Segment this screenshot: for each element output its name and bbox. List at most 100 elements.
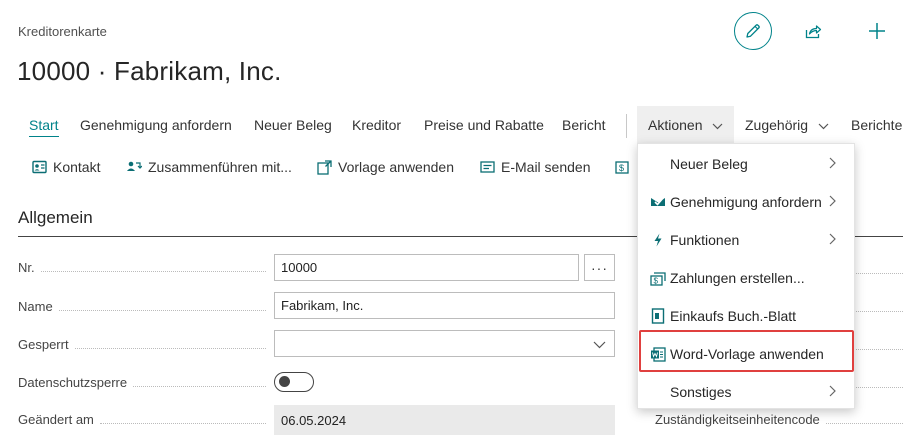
contact-label: Kontakt: [53, 159, 101, 175]
plus-icon: [869, 23, 885, 39]
chevron-right-icon: [829, 195, 836, 207]
field-label-text: Nr.: [18, 260, 35, 275]
tab-start[interactable]: Start: [29, 106, 59, 144]
name-value: Fabrikam, Inc.: [281, 298, 364, 313]
menu-item-label: Zahlungen erstellen...: [670, 270, 805, 286]
privacy-blocked-toggle[interactable]: [274, 372, 314, 392]
blocked-select[interactable]: [274, 330, 615, 357]
tab-prices-discounts[interactable]: Preise und Rabatte: [424, 106, 544, 144]
last-modified-value: 06.05.2024: [281, 412, 347, 428]
tab-vendor[interactable]: Kreditor: [352, 106, 401, 144]
responsibility-center-label: Zuständigkeitseinheitencode: [655, 412, 903, 427]
pencil-icon: [746, 24, 760, 38]
tab-label: Bericht: [562, 117, 606, 133]
privacy-blocked-label: Datenschutzsperre: [18, 375, 270, 390]
email-icon: [480, 161, 495, 173]
merge-label: Zusammenführen mit...: [148, 159, 292, 175]
chevron-down-icon: [818, 123, 829, 130]
name-label: Name: [18, 299, 270, 314]
payment-icon: $: [615, 160, 629, 174]
template-icon: [317, 159, 332, 175]
tab-label: Aktionen: [648, 117, 703, 133]
action-bar: Start Genehmigung anfordern Neuer Beleg …: [0, 106, 903, 144]
menu-item-label: Einkaufs Buch.-Blatt: [670, 308, 797, 324]
tab-label: Berichte: [851, 117, 903, 133]
menu-item-create-payments[interactable]: $ Zahlungen erstellen...: [638, 262, 854, 294]
leader-dots: [825, 416, 903, 424]
section-title: Allgemein: [18, 208, 93, 227]
merge-icon: [127, 161, 142, 171]
leader-dots: [58, 303, 266, 311]
blocked-label: Gesperrt: [18, 337, 270, 352]
tab-related[interactable]: Zugehörig: [745, 106, 829, 144]
leader-dots: [99, 416, 266, 424]
menu-item-request-approval[interactable]: Genehmigung anfordern: [638, 186, 854, 218]
last-modified-field: 06.05.2024: [274, 405, 615, 435]
breadcrumb: Kreditorenkarte: [18, 24, 107, 39]
field-label-text: Zuständigkeitseinheitencode: [655, 412, 820, 427]
menu-item-other[interactable]: Sonstiges: [638, 376, 854, 408]
apply-template-button[interactable]: Vorlage anwenden: [317, 150, 454, 184]
chevron-right-icon: [829, 385, 836, 397]
tab-label: Neuer Beleg: [254, 117, 332, 133]
share-icon: [805, 25, 822, 39]
menu-item-label: Sonstiges: [670, 384, 732, 400]
no-label: Nr.: [18, 260, 270, 275]
toggle-knob: [279, 376, 290, 387]
promoted-actions: Kontakt Zusammenführen mit... Vorlage an…: [0, 150, 640, 186]
no-field[interactable]: 10000: [274, 254, 579, 281]
approval-icon: [649, 193, 667, 211]
leader-dots: [856, 273, 903, 274]
journal-icon: [649, 307, 667, 325]
contact-button[interactable]: Kontakt: [32, 150, 100, 184]
leader-dots: [856, 311, 903, 312]
field-label-text: Gesperrt: [18, 337, 69, 352]
chevron-right-icon: [829, 233, 836, 245]
chevron-right-icon: [829, 157, 836, 169]
field-label-text: Geändert am: [18, 412, 94, 427]
payments-icon: $: [649, 269, 667, 287]
last-modified-label: Geändert am: [18, 412, 270, 427]
tab-request-approval[interactable]: Genehmigung anfordern: [80, 106, 232, 144]
actions-menu: Neuer Beleg Genehmigung anfordern Funkti…: [637, 143, 855, 409]
contact-card-icon: [32, 160, 47, 174]
tab-label: Start: [29, 117, 59, 133]
leader-dots: [856, 387, 903, 388]
leader-dots: [856, 349, 903, 350]
name-field[interactable]: Fabrikam, Inc.: [274, 292, 615, 319]
new-record-button[interactable]: [862, 16, 892, 46]
tab-label: Preise und Rabatte: [424, 117, 544, 133]
field-label-text: Datenschutzsperre: [18, 375, 128, 390]
edit-button[interactable]: [734, 12, 772, 50]
leader-dots: [40, 264, 266, 272]
share-button[interactable]: [800, 18, 826, 44]
menu-item-label: Neuer Beleg: [670, 156, 748, 172]
send-email-button[interactable]: E-Mail senden: [480, 150, 591, 184]
word-icon: [649, 345, 667, 363]
send-email-label: E-Mail senden: [501, 159, 591, 175]
tab-actions[interactable]: Aktionen: [637, 106, 734, 144]
menu-item-label: Funktionen: [670, 232, 740, 248]
assist-edit-button[interactable]: ···: [584, 254, 615, 281]
menu-item-functions[interactable]: Funktionen: [638, 224, 854, 256]
leader-dots: [74, 341, 266, 349]
active-tab-underline: [29, 135, 59, 137]
lightning-icon: [649, 231, 667, 249]
action-bar-separator: [626, 114, 627, 138]
more-promoted-button[interactable]: $: [614, 150, 636, 184]
tab-report[interactable]: Bericht: [562, 106, 606, 144]
menu-item-purchase-journal[interactable]: Einkaufs Buch.-Blatt: [638, 300, 854, 332]
svg-text:$: $: [654, 277, 659, 286]
menu-item-new-document[interactable]: Neuer Beleg: [638, 148, 854, 180]
tab-label: Zugehörig: [745, 117, 809, 133]
menu-item-apply-word-template[interactable]: Word-Vorlage anwenden: [638, 338, 854, 370]
merge-button[interactable]: Zusammenführen mit...: [126, 150, 292, 184]
no-value: 10000: [281, 260, 318, 275]
tab-new-document[interactable]: Neuer Beleg: [254, 106, 332, 144]
tab-reports[interactable]: Berichte: [851, 106, 902, 144]
page-title: 10000 · Fabrikam, Inc.: [17, 56, 282, 86]
tab-label: Genehmigung anfordern: [80, 117, 232, 133]
svg-text:$: $: [619, 163, 624, 173]
chevron-down-icon: [593, 341, 606, 349]
tab-label: Kreditor: [352, 117, 402, 133]
